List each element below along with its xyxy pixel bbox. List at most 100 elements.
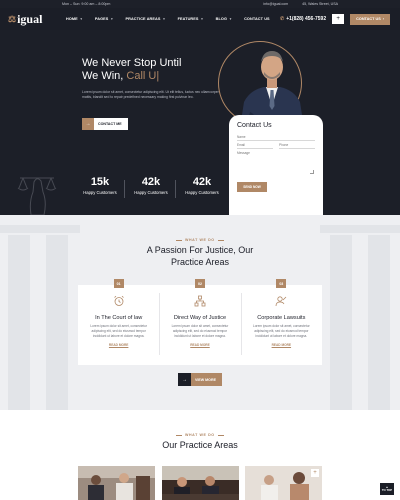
opening-hours: Mon – Sun: 9:00 am – 8:00pm: [62, 2, 111, 6]
stat-divider: [124, 180, 125, 198]
meeting-photo: [78, 466, 155, 500]
header-phone[interactable]: ✆ +1(828) 456-7592: [280, 16, 326, 22]
section-kicker: WHAT WE DO: [176, 238, 224, 242]
send-now-button[interactable]: SEND NOW: [237, 182, 267, 192]
practice-card[interactable]: 03 Corporate Lawsuits Lorem ipsum dolor …: [240, 279, 322, 365]
nav-item-features[interactable]: FEATURES ▼: [172, 17, 210, 21]
stat-value: 42k: [141, 176, 161, 188]
hero-title-line1: We Never Stop Until: [82, 57, 182, 69]
card-number-badge: 01: [113, 279, 124, 288]
card-title: In The Court of law: [95, 315, 143, 321]
practice-area-photo[interactable]: [162, 466, 239, 500]
contact-form-title: Contact Us: [237, 122, 272, 129]
stat-item: 15k Happy Customers: [80, 176, 120, 195]
kicker-text: WHAT WE DO: [185, 238, 215, 242]
phone-icon: ✆: [280, 16, 285, 22]
view-more-label: VIEW MORE: [195, 377, 216, 382]
scroll-top-label: TO TOP: [381, 488, 393, 492]
stat-label: Happy Customers: [185, 190, 219, 195]
card-title: Direct Way of Justice: [173, 315, 227, 321]
nav-item-home[interactable]: HOME ▼: [60, 17, 89, 21]
hero-title-accent: Call U|: [126, 70, 160, 82]
practice-section: WHAT WE DO A Passion For Justice, Our Pr…: [0, 215, 400, 410]
header-contact-button[interactable]: CONTACT US ›: [350, 13, 390, 25]
arrow-right-icon: →: [82, 118, 94, 130]
view-more-button[interactable]: → VIEW MORE: [178, 373, 222, 386]
nav-item-contact[interactable]: CONTACT US: [238, 17, 276, 21]
arrow-right-icon: →: [178, 373, 191, 386]
hero-title-line2: We Win,: [82, 70, 124, 82]
site-logo[interactable]: ⚖ igual: [8, 12, 60, 27]
hero-section: We Never Stop Until We Win, Call U| Lore…: [0, 30, 400, 215]
network-icon: [194, 295, 206, 307]
site-header: ⚖ igual HOME ▼ PAGES ▼ PRACTICE AREAS ▼ FEA…: [0, 8, 400, 30]
topbar-email[interactable]: info@igual.com: [263, 2, 288, 6]
chevron-down-icon: ▼: [79, 17, 83, 21]
areas-section-title: Our Practice Areas: [162, 440, 238, 450]
arrow-right-icon: ›: [382, 17, 384, 21]
chevron-down-icon: ▼: [110, 17, 114, 21]
hero-title: We Never Stop Until We Win, Call U|: [82, 57, 181, 83]
contact-form-card: Contact Us Name Email Phone Message SEND…: [229, 115, 323, 215]
plus-icon[interactable]: +: [311, 469, 319, 477]
section-kicker: WHAT WE DO: [176, 433, 224, 437]
alarm-clock-icon: [113, 295, 124, 306]
cta-label: CONTACT US: [356, 17, 381, 21]
practice-areas-section: WHAT WE DO Our Practice Areas +: [0, 410, 400, 500]
card-number-badge: 03: [276, 279, 287, 288]
read-more-link[interactable]: READ MORE: [249, 343, 314, 347]
main-nav: HOME ▼ PAGES ▼ PRACTICE AREAS ▼ FEATURES ▼ B…: [60, 17, 276, 21]
nav-label: PAGES: [94, 17, 109, 21]
plus-icon: +: [336, 16, 340, 22]
hero-description: Lorem ipsum dolor sit amet, consectetur …: [82, 90, 219, 100]
person-icon: [275, 296, 287, 307]
card-title: Corporate Lawsuits: [257, 315, 306, 321]
card-text: Lorem ipsum dolor sit amet, consectetur …: [171, 324, 229, 338]
topbar-address: 45, Wales Street, USA: [302, 2, 338, 6]
stat-item: 42k Happy Customers: [182, 176, 222, 195]
stat-item: 42k Happy Customers: [131, 176, 171, 195]
name-field[interactable]: Name: [237, 133, 315, 141]
nav-label: HOME: [66, 17, 78, 21]
read-more-link[interactable]: READ MORE: [167, 343, 232, 347]
practice-area-photo[interactable]: +: [245, 466, 322, 500]
chevron-down-icon: ▼: [200, 17, 204, 21]
practice-area-photo[interactable]: [78, 466, 155, 500]
nav-label: BLOG: [215, 17, 227, 21]
stat-value: 42k: [192, 176, 212, 188]
meeting-photo: [162, 466, 239, 500]
chevron-down-icon: ▼: [229, 17, 233, 21]
practice-card[interactable]: 01 In The Court of law Lorem ipsum dolor…: [78, 279, 159, 365]
message-field[interactable]: Message: [237, 149, 315, 176]
hero-button-label: CONTACT ME: [98, 122, 122, 126]
practice-cards: 01 In The Court of law Lorem ipsum dolor…: [78, 279, 322, 365]
kicker-text: WHAT WE DO: [185, 433, 215, 437]
practice-section-title: A Passion For Justice, Our Practice Area…: [0, 245, 400, 268]
logo-text: igual: [17, 11, 43, 26]
card-text: Lorem ipsum dolor sit amet, consectetur …: [252, 324, 310, 338]
nav-label: FEATURES: [177, 17, 199, 21]
hero-contact-button[interactable]: → CONTACT ME: [82, 118, 128, 130]
phone-field[interactable]: Phone: [279, 141, 315, 149]
phone-number: +1(828) 456-7592: [286, 16, 327, 22]
stat-divider: [175, 180, 176, 198]
menu-toggle-button[interactable]: +: [332, 14, 345, 24]
logo-mark-icon: ⚖: [8, 13, 17, 24]
stats-bar: 15k Happy Customers 42k Happy Customers …: [0, 170, 229, 215]
card-text: Lorem ipsum dolor sit amet, consectetur …: [90, 324, 148, 338]
nav-item-blog[interactable]: BLOG ▼: [210, 17, 238, 21]
chevron-down-icon: ▼: [162, 17, 166, 21]
nav-label: PRACTICE AREAS: [125, 17, 161, 21]
scroll-to-top-button[interactable]: ▲ TO TOP: [380, 483, 394, 495]
nav-item-practice-areas[interactable]: PRACTICE AREAS ▼: [119, 17, 171, 21]
card-number-badge: 02: [194, 279, 205, 288]
nav-label: CONTACT US: [244, 17, 270, 21]
top-bar: Mon – Sun: 9:00 am – 8:00pm info@igual.c…: [0, 0, 400, 8]
read-more-link[interactable]: READ MORE: [86, 343, 151, 347]
nav-item-pages[interactable]: PAGES ▼: [89, 17, 120, 21]
practice-card[interactable]: 02 Direct Way of Justice Lorem ipsum dol…: [159, 279, 240, 365]
stat-label: Happy Customers: [83, 190, 117, 195]
title-line1: A Passion For Justice, Our: [146, 245, 254, 255]
title-line2: Practice Areas: [170, 256, 230, 267]
email-field[interactable]: Email: [237, 141, 273, 149]
